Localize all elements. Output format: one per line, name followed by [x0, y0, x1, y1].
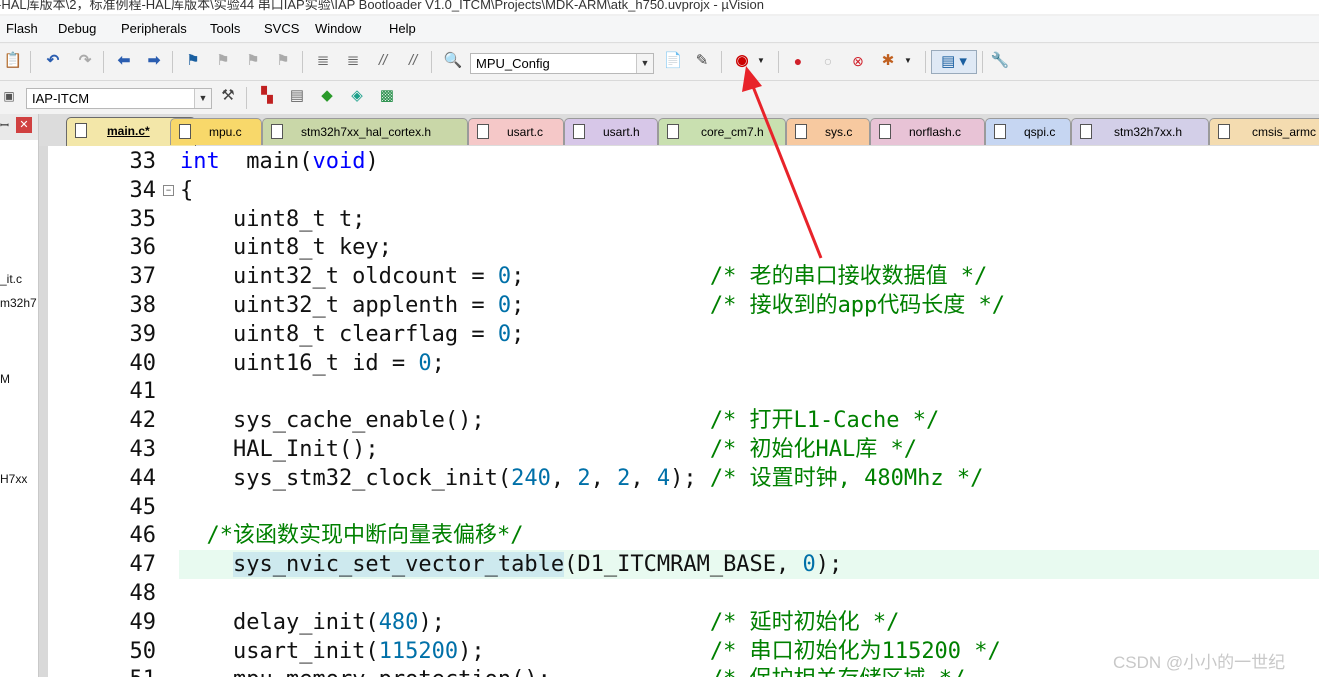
annotation-arrow [742, 66, 823, 259]
